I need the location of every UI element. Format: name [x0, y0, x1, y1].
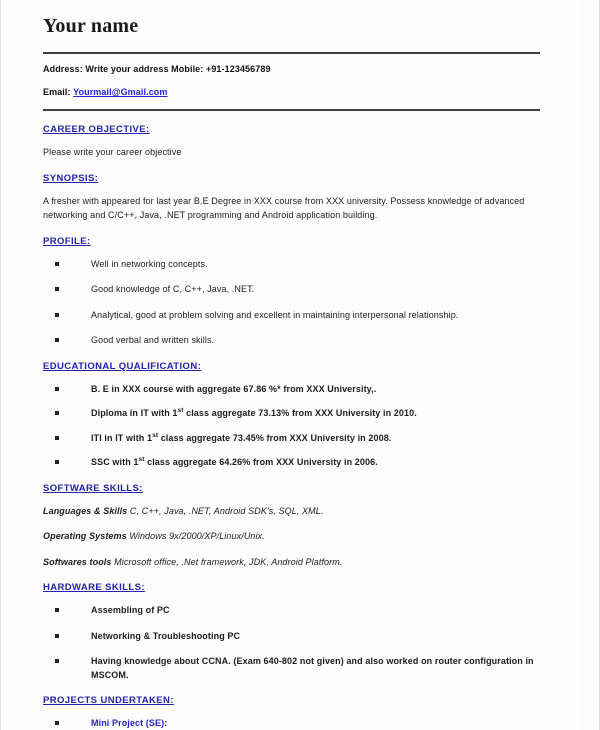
table-row: Diploma in IT with 1st class aggregate 7… — [43, 407, 540, 421]
section-projects: PROJECTS UNDERTAKEN: Mini Project (SE): … — [43, 695, 540, 730]
square-bullet-icon — [55, 411, 59, 416]
square-bullet-icon — [55, 287, 59, 292]
list-item: Networking & Troubleshooting PC — [43, 630, 540, 644]
list-item-label: Good verbal and written skills. — [91, 335, 215, 346]
list-item: Assembling of PC — [43, 604, 540, 618]
table-row: ITI in IT with 1st class aggregate 73.45… — [43, 432, 540, 446]
profile-list: Well in networking concepts. Good knowle… — [43, 258, 540, 348]
list-item: Good verbal and written skills. — [43, 334, 540, 348]
education-text: Diploma in IT with 1 — [91, 408, 178, 419]
education-text: B. E in XXX course with aggregate 67.86 … — [91, 383, 377, 394]
square-bullet-icon — [55, 460, 59, 465]
list-item-label: Good knowledge of C, C++, Java, .NET. — [91, 284, 255, 295]
section-synopsis: SYNOPSIS: A fresher with appeared for la… — [43, 173, 540, 223]
list-item: Analytical, good at problem solving and … — [43, 309, 540, 323]
education-text-post: class aggregate 73.45% from XXX Universi… — [158, 432, 392, 443]
square-bullet-icon — [55, 633, 59, 638]
education-text-post: class aggregate 64.26% from XXX Universi… — [144, 457, 378, 468]
square-bullet-icon — [55, 386, 59, 391]
square-bullet-icon — [55, 608, 59, 613]
heading-career-objective: CAREER OBJECTIVE: — [43, 124, 150, 136]
software-skill-value: C, C++, Java, .NET, Android SDK's, SQL, … — [127, 505, 324, 516]
email-link[interactable]: Yourmail@Gmail.com — [73, 87, 167, 97]
education-list: B. E in XXX course with aggregate 67.86 … — [43, 383, 540, 470]
heading-projects: PROJECTS UNDERTAKEN: — [43, 695, 174, 707]
candidate-name: Your name — [43, 15, 139, 37]
project-item-label: Mini Project (SE): — [91, 718, 168, 729]
software-skill-row: Softwares tools Microsoft office, .Net f… — [43, 556, 540, 570]
software-skill-label: Operating Systems — [43, 531, 127, 542]
section-software-skills: SOFTWARE SKILLS: Languages & Skills C, C… — [43, 483, 540, 570]
list-item-label: Having knowledge about CCNA. (Exam 640-8… — [91, 656, 534, 680]
software-skill-label: Softwares tools — [43, 556, 112, 567]
resume-sheet: Your name Address: Write your address Mo… — [2, 0, 579, 730]
project-item-se: Mini Project (SE): — [43, 717, 540, 730]
square-bullet-icon — [55, 261, 59, 266]
table-row: SSC with 1st class aggregate 64.26% from… — [43, 456, 540, 470]
contact-block: Address: Write your address Mobile: +91-… — [43, 54, 540, 109]
education-text-post: class aggregate 73.13% from XXX Universi… — [183, 408, 417, 419]
heading-education: EDUCATIONAL QUALIFICATION: — [43, 360, 202, 372]
heading-software-skills: SOFTWARE SKILLS: — [43, 482, 143, 494]
section-career-objective: CAREER OBJECTIVE: Please write your care… — [43, 124, 540, 160]
list-item: Having knowledge about CCNA. (Exam 640-8… — [43, 655, 540, 682]
education-text: ITI in IT with 1 — [91, 432, 153, 443]
square-bullet-icon — [55, 435, 59, 440]
software-skill-row: Operating Systems Windows 9x/2000/XP/Lin… — [43, 530, 540, 544]
software-skill-value: Microsoft office, .Net framework, JDK, A… — [111, 556, 343, 567]
square-bullet-icon — [55, 338, 59, 343]
heading-profile: PROFILE: — [43, 235, 91, 247]
heading-hardware-skills: HARDWARE SKILLS: — [43, 582, 145, 594]
square-bullet-icon — [55, 312, 59, 317]
software-skill-value: Windows 9x/2000/XP/Linux/Unix. — [126, 531, 265, 542]
square-bullet-icon — [55, 659, 59, 664]
education-text: SSC with 1 — [91, 457, 139, 468]
section-education: EDUCATIONAL QUALIFICATION: B. E in XXX c… — [43, 361, 540, 470]
resume-content: Your name Address: Write your address Mo… — [43, 14, 540, 730]
square-bullet-icon — [55, 721, 59, 726]
synopsis-body: A fresher with appeared for last year B.… — [43, 196, 525, 220]
list-item: Well in networking concepts. — [43, 258, 540, 272]
header-rule-bottom — [43, 109, 540, 112]
software-skill-row: Languages & Skills C, C++, Java, .NET, A… — [43, 505, 540, 519]
hardware-skills-list: Assembling of PC Networking & Troublesho… — [43, 604, 540, 682]
section-hardware-skills: HARDWARE SKILLS: Assembling of PC Networ… — [43, 582, 540, 682]
list-item-label: Analytical, good at problem solving and … — [91, 309, 459, 320]
heading-synopsis: SYNOPSIS: — [43, 173, 99, 185]
software-skill-label: Languages & Skills — [43, 505, 128, 516]
list-item-label: Networking & Troubleshooting PC — [91, 630, 241, 641]
section-profile: PROFILE: Well in networking concepts. Go… — [43, 236, 540, 348]
address-line: Address: Write your address Mobile: +91-… — [43, 64, 271, 74]
list-item-label: Well in networking concepts. — [91, 258, 208, 269]
email-label: Email: — [43, 87, 71, 98]
table-row: B. E in XXX course with aggregate 67.86 … — [43, 383, 540, 397]
career-objective-body: Please write your career objective — [43, 147, 182, 158]
list-item: Good knowledge of C, C++, Java, .NET. — [43, 283, 540, 297]
list-item-label: Assembling of PC — [91, 605, 170, 616]
email-line: Email: Yourmail@Gmail.com — [43, 86, 540, 99]
resume-page: Your name Address: Write your address Mo… — [0, 0, 600, 730]
